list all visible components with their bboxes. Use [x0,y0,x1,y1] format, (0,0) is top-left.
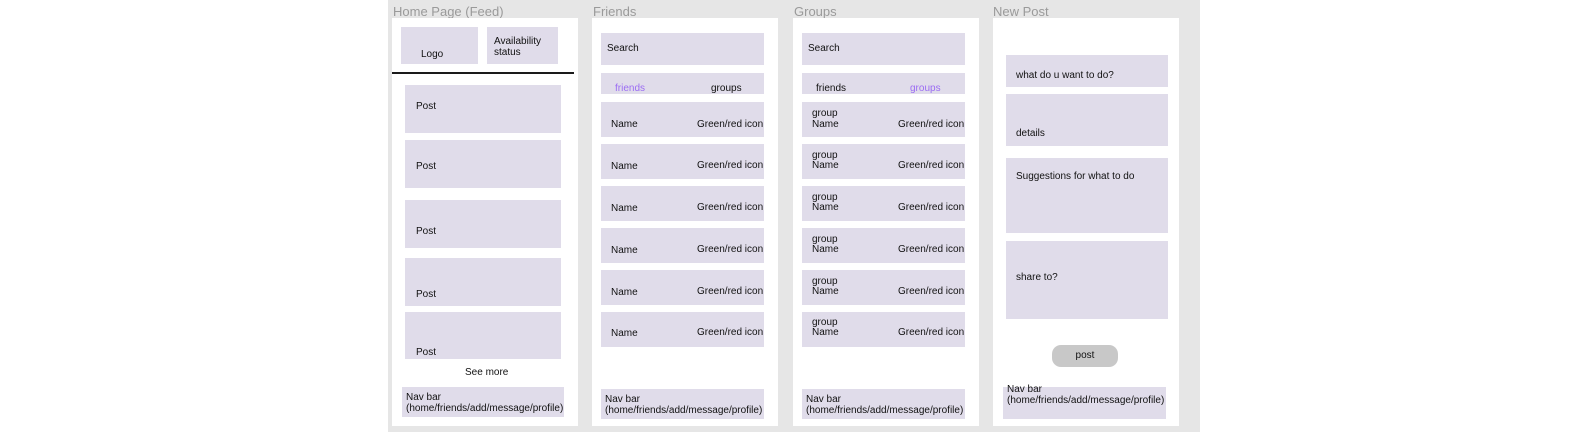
friend-name: Name [611,161,638,172]
status-icon: Green/red icon [898,160,965,171]
search-label: Search [808,43,840,54]
details-label: details [1016,128,1045,139]
group-name-line2: Name [812,202,839,213]
feed-post[interactable]: Post [405,258,561,306]
status-icon: Green/red icon [898,119,965,130]
status-icon: Green/red icon [697,244,764,255]
group-row[interactable]: group Name Green/red icon [802,312,965,347]
suggestions-label: Suggestions for what to do [1016,171,1135,182]
newpost-frame: what do u want to do? details Suggestion… [993,18,1179,426]
friends-frame-title: Friends [593,4,637,19]
nav-bar[interactable]: Nav bar (home/friends/add/message/profil… [402,387,564,417]
what-to-do-label: what do u want to do? [1016,70,1114,81]
friends-groups-tabs: friends groups [802,73,965,94]
post-label: Post [416,101,437,112]
newpost-frame-title: New Post [993,4,1049,19]
status-icon: Green/red icon [898,244,965,255]
group-row[interactable]: group Name Green/red icon [802,144,965,179]
friend-name: Name [611,119,638,130]
logo-label: Logo [421,49,444,60]
nav-bar-title: Nav bar [1007,384,1043,395]
logo-box: Logo [401,27,478,64]
nav-bar-routes: (home/friends/add/message/profile) [1007,395,1165,406]
nav-bar[interactable]: Nav bar (home/friends/add/message/profil… [802,389,965,419]
friend-row[interactable]: Name Green/red icon [601,228,764,263]
friend-row[interactable]: Name Green/red icon [601,186,764,221]
group-row[interactable]: group Name Green/red icon [802,102,965,137]
share-to-selector[interactable]: share to? [1006,241,1168,319]
nav-bar-title: Nav bar [806,394,842,405]
feed-post[interactable]: Post [405,85,561,133]
nav-bar[interactable]: Nav bar (home/friends/add/message/profil… [1003,384,1166,419]
tab-friends[interactable]: friends [615,83,645,94]
post-label: Post [416,226,437,237]
header-divider [392,72,574,74]
availability-label-line1: Availability [494,36,542,47]
tab-groups[interactable]: groups [711,83,742,94]
status-icon: Green/red icon [697,160,764,171]
group-name-line2: Name [812,119,839,130]
friend-row[interactable]: Name Green/red icon [601,270,764,305]
status-icon: Green/red icon [898,327,965,338]
group-name-line2: Name [812,327,839,338]
what-to-do-input[interactable]: what do u want to do? [1006,55,1168,87]
post-label: Post [416,161,437,172]
friends-groups-tabs: friends groups [601,73,764,94]
status-icon: Green/red icon [697,327,764,338]
status-icon: Green/red icon [898,202,965,213]
feed-post[interactable]: Post [405,312,561,359]
status-icon: Green/red icon [697,202,764,213]
post-label: Post [416,347,437,358]
group-name-line2: Name [812,244,839,255]
friend-row[interactable]: Name Green/red icon [601,312,764,347]
tab-groups[interactable]: groups [910,83,941,94]
share-to-label: share to? [1016,272,1058,283]
groups-frame: Search friends groups group Name Green/r… [793,18,979,426]
group-name-line1: group [812,108,838,119]
group-name-line2: Name [812,160,839,171]
see-more-link[interactable]: See more [465,367,508,378]
post-button[interactable]: post [1052,345,1118,367]
availability-status-box[interactable]: Availability status [487,27,558,64]
home-frame: Logo Availability status Post Post Post … [392,18,578,426]
friend-row[interactable]: Name Green/red icon [601,102,764,137]
nav-bar-title: Nav bar [605,394,641,405]
nav-bar-title: Nav bar [406,392,442,403]
tab-friends[interactable]: friends [816,83,846,94]
friend-name: Name [611,328,638,339]
nav-bar-routes: (home/friends/add/message/profile) [605,405,763,416]
home-frame-title: Home Page (Feed) [393,4,504,19]
nav-bar[interactable]: Nav bar (home/friends/add/message/profil… [601,389,764,419]
friend-row[interactable]: Name Green/red icon [601,144,764,179]
friends-frame: Search friends groups Name Green/red ico… [592,18,778,426]
details-input[interactable]: details [1006,94,1168,146]
status-icon: Green/red icon [697,119,764,130]
nav-bar-routes: (home/friends/add/message/profile) [406,403,564,414]
status-icon: Green/red icon [898,286,965,297]
groups-frame-title: Groups [794,4,837,19]
suggestions-panel[interactable]: Suggestions for what to do [1006,158,1168,233]
search-input[interactable]: Search [802,33,965,65]
feed-post[interactable]: Post [405,200,561,248]
status-icon: Green/red icon [697,286,764,297]
group-name-line2: Name [812,286,839,297]
availability-label-line2: status [494,47,521,58]
search-input[interactable]: Search [601,33,764,65]
search-label: Search [607,43,639,54]
group-row[interactable]: group Name Green/red icon [802,186,965,221]
group-row[interactable]: group Name Green/red icon [802,270,965,305]
wireframe-canvas: Home Page (Feed) Logo Availability statu… [388,0,1200,432]
feed-post[interactable]: Post [405,140,561,188]
group-row[interactable]: group Name Green/red icon [802,228,965,263]
post-label: Post [416,289,437,300]
nav-bar-routes: (home/friends/add/message/profile) [806,405,964,416]
friend-name: Name [611,245,638,256]
friend-name: Name [611,287,638,298]
friend-name: Name [611,203,638,214]
